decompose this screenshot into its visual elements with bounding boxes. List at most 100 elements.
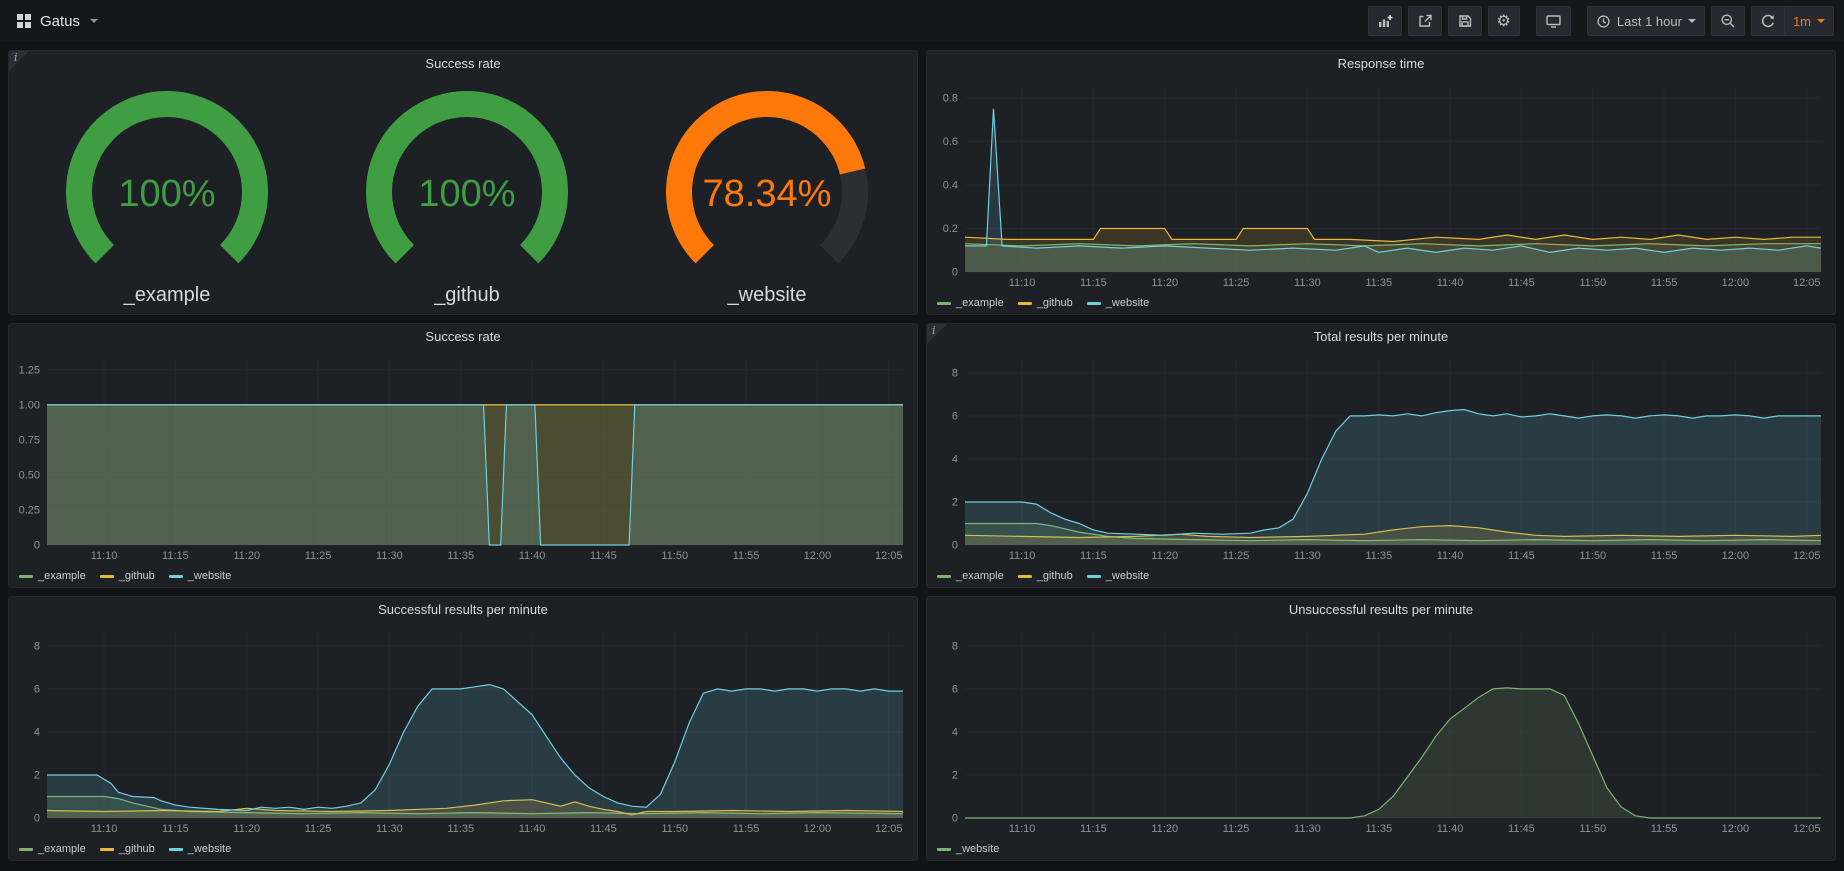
panel-title[interactable]: Successful results per minute xyxy=(9,597,917,623)
time-range-picker[interactable]: Last 1 hour xyxy=(1587,6,1705,36)
svg-text:11:25: 11:25 xyxy=(305,550,332,562)
legend-item[interactable]: _example xyxy=(19,843,86,855)
refresh-interval-dropdown[interactable]: 1m xyxy=(1784,6,1834,36)
svg-text:12:00: 12:00 xyxy=(1722,277,1750,289)
svg-text:0.8: 0.8 xyxy=(943,92,958,104)
legend-label: _website xyxy=(188,843,231,855)
svg-text:0: 0 xyxy=(34,540,40,552)
legend-item[interactable]: _website xyxy=(937,843,999,855)
chart-legend: _example _github _website xyxy=(9,838,917,860)
share-icon xyxy=(1417,13,1433,29)
legend-item[interactable]: _github xyxy=(1018,570,1073,582)
svg-text:11:35: 11:35 xyxy=(1365,550,1392,562)
svg-text:11:55: 11:55 xyxy=(733,823,760,835)
legend-item[interactable]: _website xyxy=(169,843,231,855)
panel-info-icon[interactable]: i xyxy=(927,324,947,344)
svg-text:11:25: 11:25 xyxy=(1223,277,1250,289)
svg-text:11:10: 11:10 xyxy=(1009,550,1036,562)
legend-item[interactable]: _example xyxy=(937,570,1004,582)
legend-swatch-icon xyxy=(169,848,183,851)
svg-text:6: 6 xyxy=(34,683,40,695)
add-panel-button[interactable] xyxy=(1368,6,1402,36)
gauge-row: 100%_example100%_github78.34%_website xyxy=(9,77,917,314)
legend-item[interactable]: _github xyxy=(1018,297,1073,309)
zoom-out-button[interactable] xyxy=(1711,6,1745,36)
legend-item[interactable]: _example xyxy=(937,297,1004,309)
panel-title[interactable]: Response time xyxy=(927,51,1835,77)
total-results-chart[interactable]: 0246811:1011:1511:2011:2511:3011:3511:40… xyxy=(927,350,1835,565)
legend-label: _website xyxy=(956,843,999,855)
svg-text:0.2: 0.2 xyxy=(943,223,958,235)
svg-text:12:05: 12:05 xyxy=(875,550,903,562)
svg-text:11:50: 11:50 xyxy=(1579,277,1606,289)
svg-text:0: 0 xyxy=(34,813,40,825)
svg-text:11:15: 11:15 xyxy=(162,550,189,562)
svg-text:12:00: 12:00 xyxy=(804,823,832,835)
svg-text:11:15: 11:15 xyxy=(1080,277,1107,289)
settings-button[interactable]: ⚙ xyxy=(1488,6,1520,36)
gauge-example: 100%_example xyxy=(17,84,317,307)
clock-icon xyxy=(1596,14,1611,29)
svg-text:11:40: 11:40 xyxy=(1437,550,1464,562)
panel-title[interactable]: Success rate xyxy=(9,324,917,350)
panel-info-icon[interactable]: i xyxy=(9,51,29,71)
cycle-view-button[interactable] xyxy=(1536,6,1571,36)
svg-text:11:40: 11:40 xyxy=(519,823,546,835)
legend-item[interactable]: _website xyxy=(1087,570,1149,582)
svg-text:11:10: 11:10 xyxy=(91,823,118,835)
successful-results-chart[interactable]: 0246811:1011:1511:2011:2511:3011:3511:40… xyxy=(9,623,917,838)
svg-text:11:30: 11:30 xyxy=(376,823,403,835)
svg-text:11:50: 11:50 xyxy=(661,550,688,562)
svg-text:11:35: 11:35 xyxy=(447,550,474,562)
save-button[interactable] xyxy=(1448,6,1482,36)
panel-successful-results-per-minute: Successful results per minute 0246811:10… xyxy=(8,596,918,861)
dashboard-title-button[interactable]: Gatus xyxy=(10,9,104,34)
legend-swatch-icon xyxy=(19,575,33,578)
svg-text:11:20: 11:20 xyxy=(233,823,260,835)
svg-text:12:05: 12:05 xyxy=(1793,277,1821,289)
unsuccessful-results-chart[interactable]: 0246811:1011:1511:2011:2511:3011:3511:40… xyxy=(927,623,1835,838)
legend-swatch-icon xyxy=(1087,575,1101,578)
panel-title[interactable]: Total results per minute xyxy=(927,324,1835,350)
refresh-button[interactable] xyxy=(1751,6,1784,36)
legend-item[interactable]: _github xyxy=(100,843,155,855)
legend-item[interactable]: _website xyxy=(169,570,231,582)
svg-text:0: 0 xyxy=(952,267,958,279)
svg-text:11:25: 11:25 xyxy=(305,823,332,835)
legend-swatch-icon xyxy=(169,575,183,578)
panel-title[interactable]: Success rate xyxy=(9,51,917,77)
legend-label: _website xyxy=(1106,297,1149,309)
svg-text:2: 2 xyxy=(34,769,40,781)
svg-text:11:30: 11:30 xyxy=(1294,550,1321,562)
svg-text:11:35: 11:35 xyxy=(1365,277,1392,289)
panel-unsuccessful-results-per-minute: Unsuccessful results per minute 0246811:… xyxy=(926,596,1836,861)
legend-item[interactable]: _github xyxy=(100,570,155,582)
svg-text:11:30: 11:30 xyxy=(1294,823,1321,835)
legend-swatch-icon xyxy=(100,848,114,851)
chart-legend: _website xyxy=(927,838,1835,860)
navbar-left: Gatus xyxy=(10,9,104,34)
legend-label: _example xyxy=(38,570,86,582)
svg-text:0: 0 xyxy=(952,540,958,552)
svg-text:6: 6 xyxy=(952,683,958,695)
success-rate-chart[interactable]: 00.250.500.751.001.2511:1011:1511:2011:2… xyxy=(9,350,917,565)
chevron-down-icon xyxy=(1688,19,1696,23)
legend-label: _github xyxy=(119,843,155,855)
grid-icon xyxy=(16,13,32,29)
legend-item[interactable]: _example xyxy=(19,570,86,582)
dashboard-title: Gatus xyxy=(40,13,80,30)
gauge-arc: 100% xyxy=(317,84,617,284)
panel-response-time: Response time 00.20.40.60.811:1011:1511:… xyxy=(926,50,1836,315)
legend-item[interactable]: _website xyxy=(1087,297,1149,309)
refresh-button-group: 1m xyxy=(1751,6,1834,36)
svg-text:11:40: 11:40 xyxy=(1437,823,1464,835)
svg-text:11:20: 11:20 xyxy=(233,550,260,562)
svg-text:11:50: 11:50 xyxy=(1579,550,1606,562)
response-time-chart[interactable]: 00.20.40.60.811:1011:1511:2011:2511:3011… xyxy=(927,77,1835,292)
svg-text:11:55: 11:55 xyxy=(1651,823,1678,835)
svg-text:100%: 100% xyxy=(118,173,215,215)
panel-total-results-per-minute: i Total results per minute 0246811:1011:… xyxy=(926,323,1836,588)
legend-swatch-icon xyxy=(937,302,951,305)
panel-title[interactable]: Unsuccessful results per minute xyxy=(927,597,1835,623)
share-button[interactable] xyxy=(1408,6,1442,36)
